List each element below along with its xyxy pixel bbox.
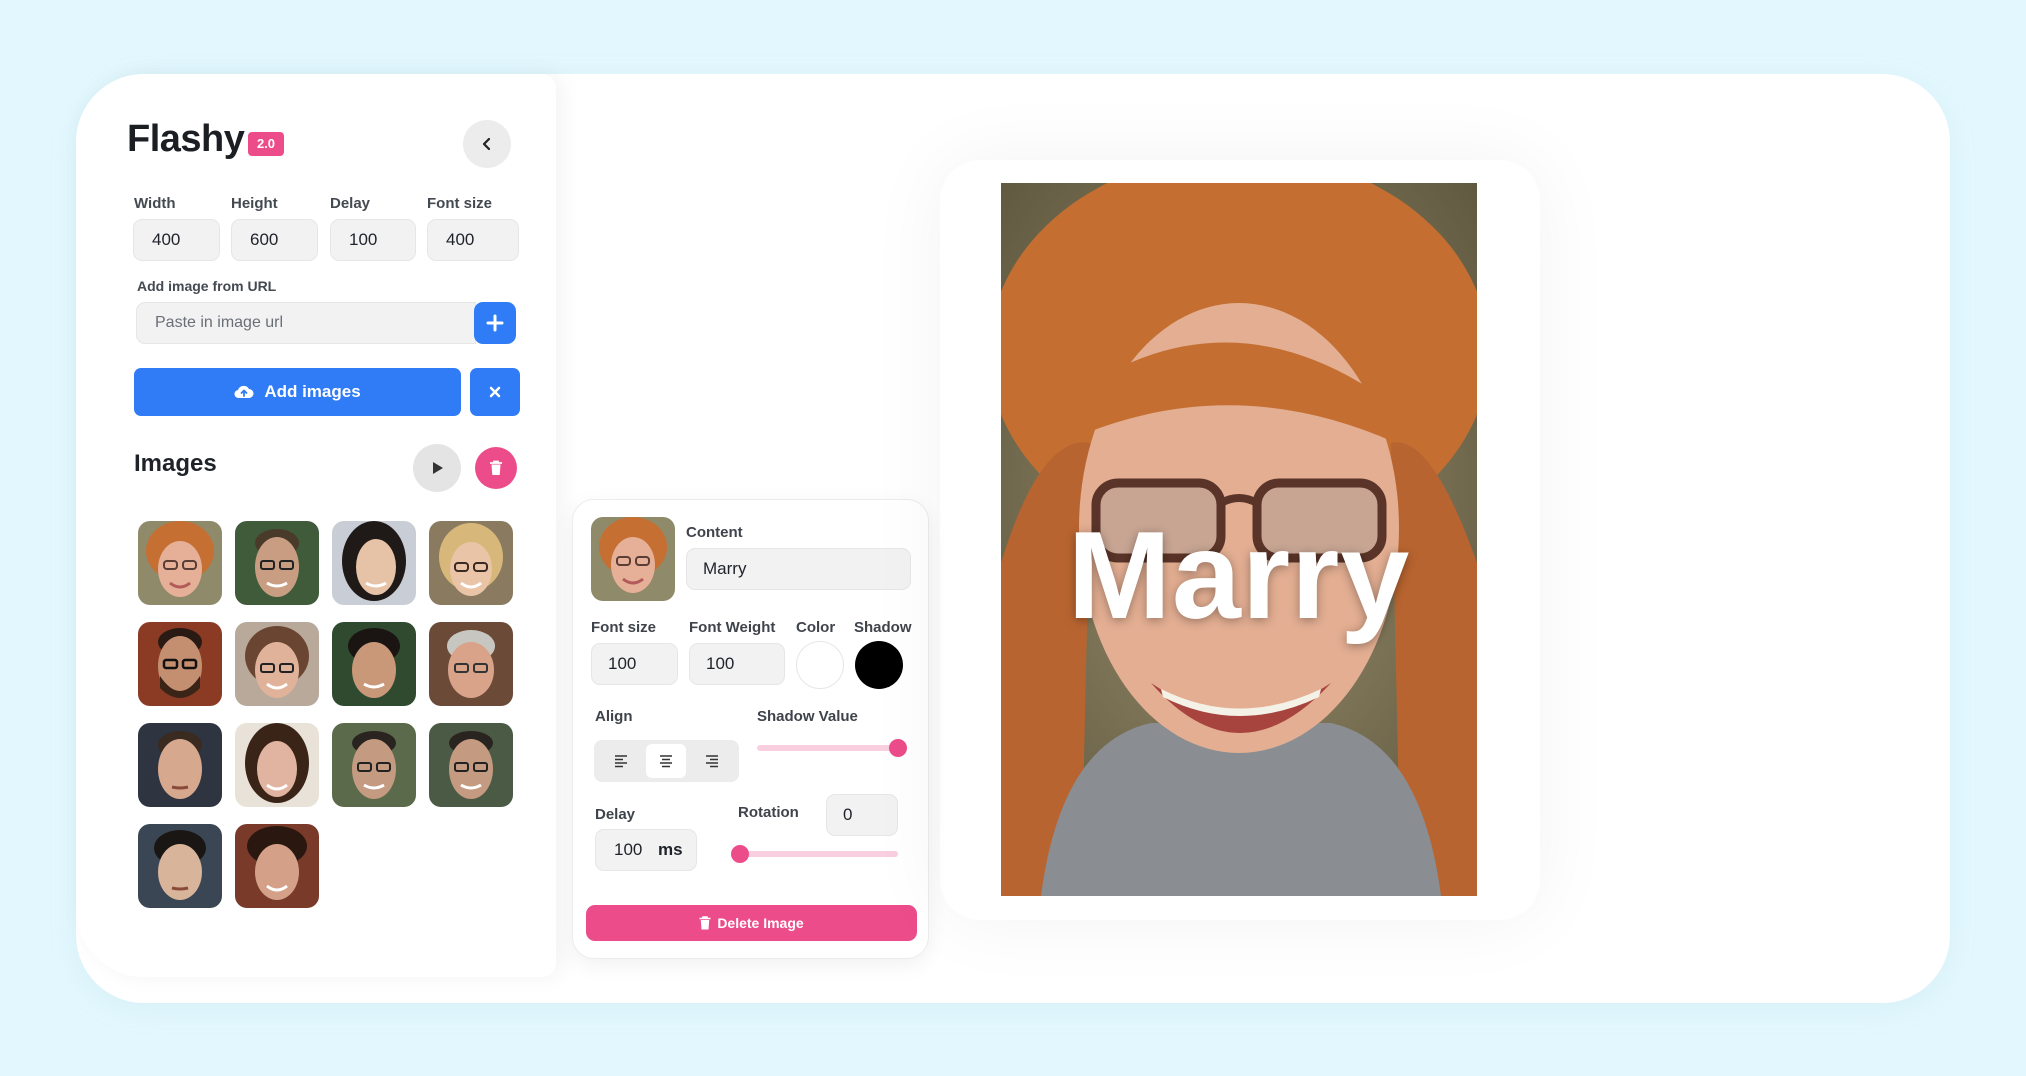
thumbnail-3[interactable]	[332, 521, 416, 605]
rotation-slider[interactable]	[740, 851, 898, 857]
delete-image-button[interactable]: Delete Image	[586, 905, 917, 941]
delay-label: Delay	[330, 195, 371, 212]
font-size-field[interactable]: 400	[427, 219, 519, 261]
font-weight-field[interactable]: 100	[689, 643, 785, 685]
editor-font-size-label: Font size	[591, 619, 657, 636]
images-title: Images	[134, 450, 217, 477]
image-url-input[interactable]	[136, 302, 476, 344]
trash-icon	[490, 460, 502, 475]
editor-delay-value: 100	[614, 840, 643, 859]
cloud-upload-icon	[234, 385, 254, 399]
app-logo: Flashy	[127, 118, 245, 160]
content-field[interactable]: Marry	[686, 548, 911, 590]
clear-button[interactable]	[470, 368, 520, 416]
add-url-button[interactable]	[474, 302, 516, 344]
shadow-color-swatch[interactable]	[855, 641, 903, 689]
close-icon	[489, 386, 501, 398]
preview-overlay-text: Marry	[1067, 507, 1411, 645]
plus-icon	[486, 314, 504, 332]
url-label: Add image from URL	[137, 278, 277, 294]
play-icon	[433, 462, 443, 474]
add-images-label: Add images	[264, 382, 361, 401]
rotation-label: Rotation	[738, 804, 799, 821]
align-label: Align	[595, 708, 633, 725]
color-label: Color	[796, 619, 836, 636]
shadow-label: Shadow	[854, 619, 912, 636]
rotation-slider-handle[interactable]	[731, 845, 749, 863]
thumbnail-2[interactable]	[235, 521, 319, 605]
font-size-label: Font size	[427, 195, 493, 212]
editor-font-size-field[interactable]: 100	[591, 643, 678, 685]
shadow-value-slider[interactable]	[757, 745, 905, 751]
thumbnail-11[interactable]	[332, 723, 416, 807]
width-label: Width	[134, 195, 176, 212]
delete-image-label: Delete Image	[717, 915, 804, 931]
selected-image-thumbnail	[591, 517, 675, 601]
thumbnail-13[interactable]	[138, 824, 222, 908]
collapse-sidebar-button[interactable]	[463, 120, 511, 168]
rotation-field[interactable]: 0	[826, 794, 898, 836]
align-left-icon	[615, 755, 628, 768]
align-right-button[interactable]	[691, 744, 731, 778]
add-images-button[interactable]: Add images	[134, 368, 461, 416]
thumbnail-12[interactable]	[429, 723, 513, 807]
height-label: Height	[231, 195, 278, 212]
text-color-swatch[interactable]	[796, 641, 844, 689]
thumbnail-10[interactable]	[235, 723, 319, 807]
thumbnail-5[interactable]	[138, 622, 222, 706]
height-field[interactable]: 600	[231, 219, 318, 261]
thumbnail-4[interactable]	[429, 521, 513, 605]
editor-delay-field[interactable]: 100 ms	[595, 829, 697, 871]
align-center-button[interactable]	[646, 744, 687, 778]
shadow-value-label: Shadow Value	[757, 708, 858, 725]
thumbnail-9[interactable]	[138, 723, 222, 807]
shadow-value-slider-handle[interactable]	[888, 739, 907, 757]
thumbnail-6[interactable]	[235, 622, 319, 706]
delay-unit: ms	[658, 840, 683, 859]
play-button[interactable]	[413, 444, 461, 492]
delay-field[interactable]: 100	[330, 219, 416, 261]
font-weight-label: Font Weight	[689, 619, 776, 636]
editor-delay-label: Delay	[595, 806, 636, 823]
content-label: Content	[686, 524, 743, 541]
align-right-icon	[705, 755, 718, 768]
thumbnail-8[interactable]	[429, 622, 513, 706]
thumbnail-14[interactable]	[235, 824, 319, 908]
delete-all-button[interactable]	[475, 447, 517, 489]
thumbnail-7[interactable]	[332, 622, 416, 706]
trash-icon	[699, 916, 711, 930]
width-field[interactable]: 400	[133, 219, 220, 261]
version-badge: 2.0	[248, 132, 284, 156]
thumbnail-1[interactable]	[138, 521, 222, 605]
align-left-button[interactable]	[602, 744, 642, 778]
align-center-icon	[660, 755, 673, 768]
align-toggle-group	[594, 740, 739, 782]
chevron-left-icon	[482, 137, 491, 151]
